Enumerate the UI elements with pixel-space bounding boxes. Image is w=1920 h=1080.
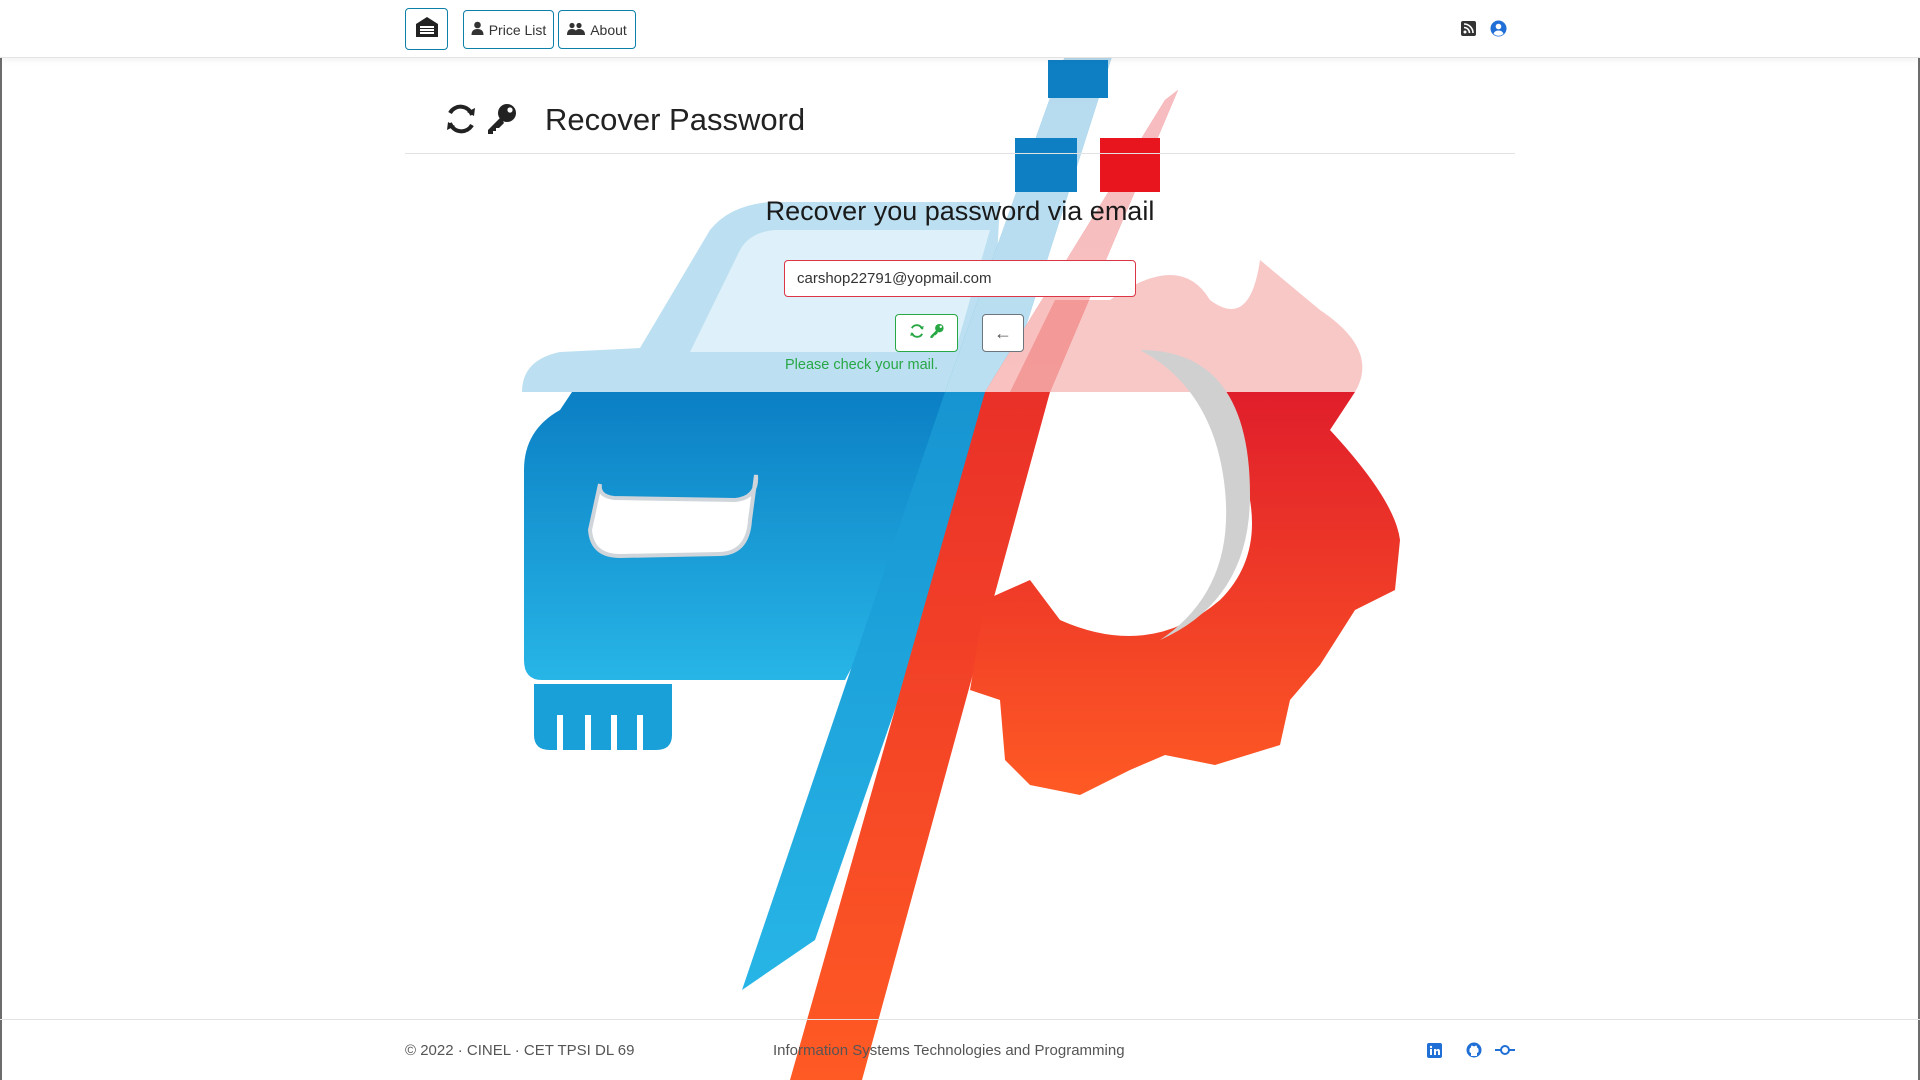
- rss-icon[interactable]: [1459, 19, 1477, 37]
- top-navbar: Price List About: [0, 0, 1920, 58]
- background-logo: [522, 0, 1400, 1080]
- users-icon: [567, 22, 586, 38]
- back-button[interactable]: ←: [982, 314, 1024, 352]
- user-circle-icon[interactable]: [1489, 19, 1507, 37]
- footer: © 2022 · CINEL · CET TPSI DL 69 Informat…: [0, 1019, 1920, 1080]
- page-title: Recover Password: [545, 102, 806, 137]
- form-heading: Recover you password via email: [765, 196, 1155, 226]
- linkedin-icon[interactable]: [1424, 1040, 1444, 1060]
- user-tie-icon: [471, 21, 484, 38]
- page-header: Recover Password: [405, 90, 1515, 154]
- footer-copyright: © 2022 · CINEL · CET TPSI DL 69: [405, 1042, 635, 1059]
- footer-tagline: Information Systems Technologies and Pro…: [773, 1042, 1125, 1059]
- recover-password-button[interactable]: [895, 314, 958, 352]
- git-commit-icon[interactable]: [1495, 1040, 1515, 1060]
- warehouse-icon: [415, 16, 439, 43]
- key-icon: [485, 102, 519, 141]
- home-button[interactable]: [405, 8, 448, 50]
- github-icon[interactable]: [1464, 1040, 1484, 1060]
- sync-icon: [909, 323, 925, 344]
- sync-icon: [445, 102, 477, 141]
- email-input[interactable]: [784, 260, 1136, 297]
- price-list-label: Price List: [488, 21, 547, 38]
- price-list-button[interactable]: Price List: [463, 10, 554, 49]
- about-label: About: [590, 21, 627, 38]
- key-icon: [929, 323, 945, 344]
- status-message: Please check your mail.: [785, 357, 939, 373]
- arrow-left-icon: ←: [994, 322, 1012, 343]
- about-button[interactable]: About: [558, 10, 636, 49]
